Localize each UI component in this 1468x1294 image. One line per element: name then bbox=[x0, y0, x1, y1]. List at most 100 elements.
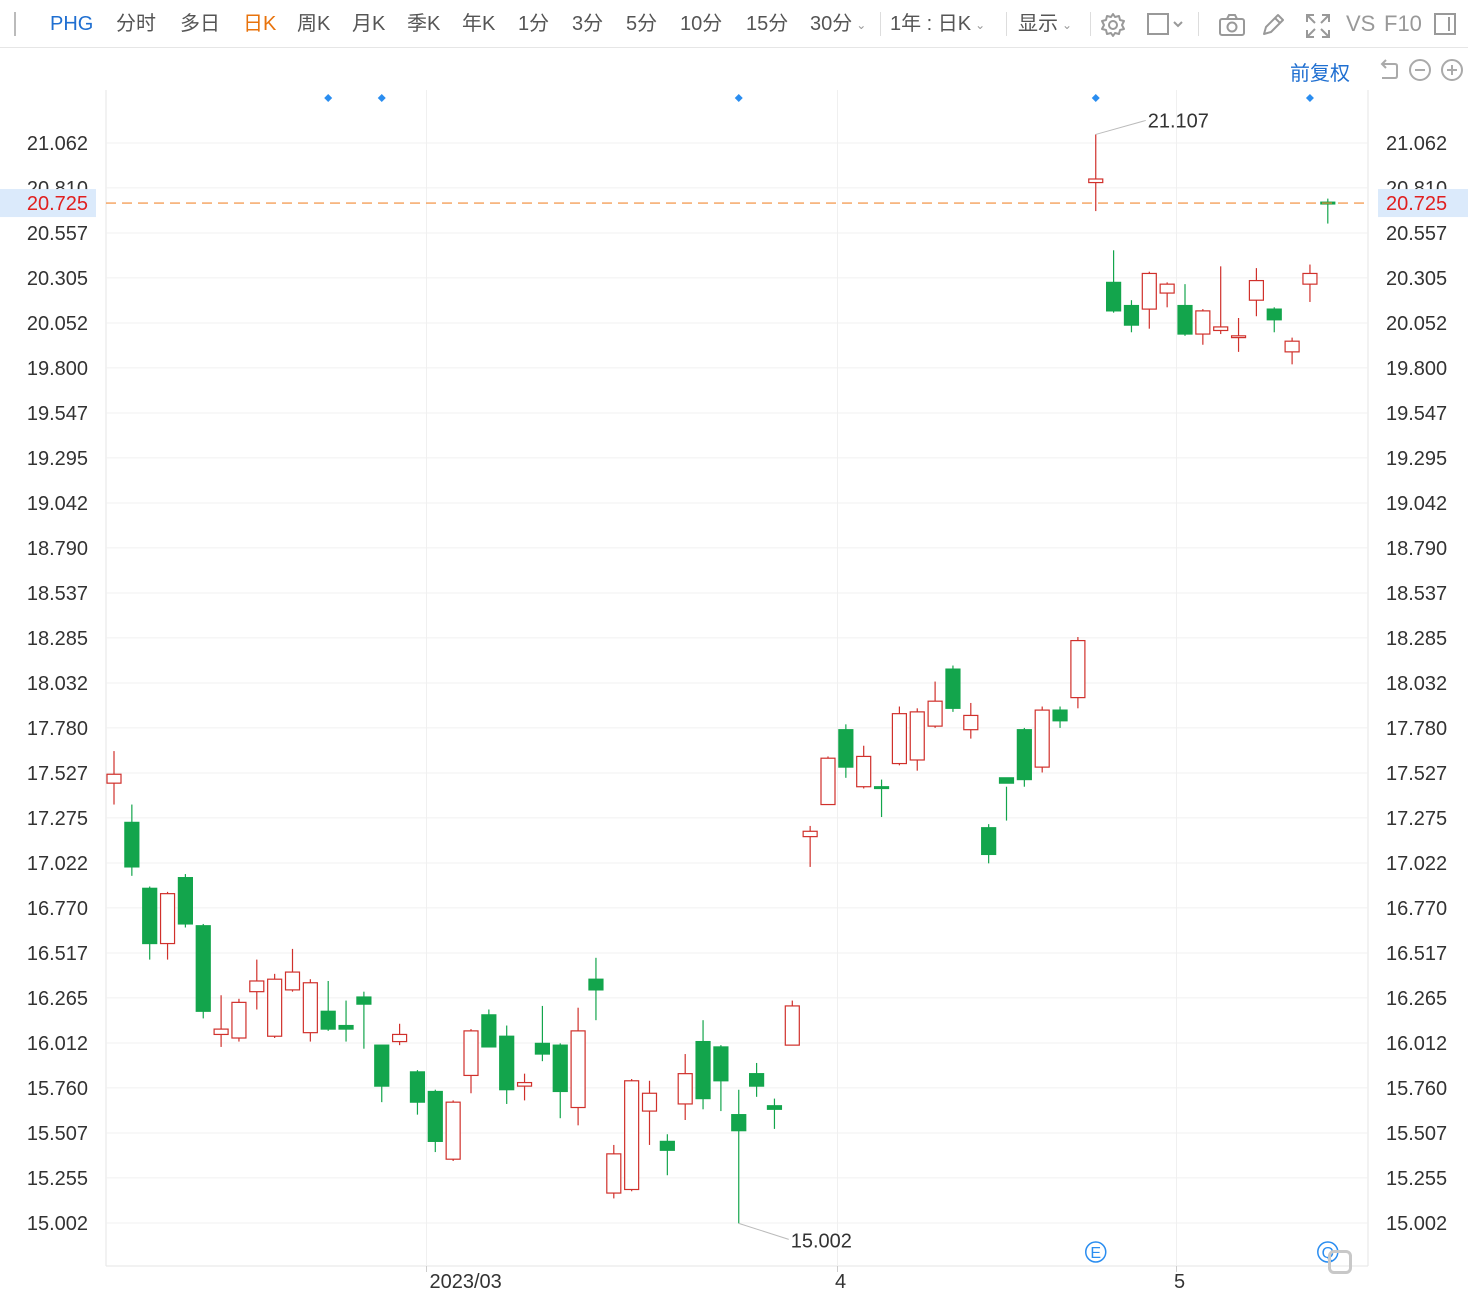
y-tick-label-right: 16.012 bbox=[1386, 1033, 1447, 1055]
vs-compare-button[interactable]: VS bbox=[1346, 0, 1375, 48]
y-tick-label-right: 19.042 bbox=[1386, 493, 1447, 515]
y-tick-label-left: 15.760 bbox=[27, 1078, 88, 1100]
y-tick-label-right: 17.022 bbox=[1386, 853, 1447, 875]
tab-period-fenshi[interactable]: 分时 bbox=[116, 0, 156, 48]
range-select[interactable]: 1年 : 日K ⌄ bbox=[890, 0, 985, 48]
y-tick-label-left: 17.527 bbox=[27, 763, 88, 785]
toolbar-divider bbox=[1198, 12, 1199, 36]
candle-body-up bbox=[909, 711, 925, 761]
y-tick-label-left: 18.032 bbox=[27, 673, 88, 695]
candle-body-up bbox=[516, 1081, 533, 1087]
settings-gear-icon[interactable] bbox=[1100, 12, 1125, 37]
candle-body-up bbox=[570, 1030, 586, 1109]
y-tick-label-left: 17.022 bbox=[27, 853, 88, 875]
candle-body-down bbox=[499, 1035, 515, 1091]
display-menu-label: 显示 bbox=[1018, 13, 1058, 35]
tab-period-1min[interactable]: 1分 bbox=[518, 0, 549, 48]
tab-period-monthly[interactable]: 月K bbox=[352, 0, 385, 48]
toolbar-divider bbox=[1090, 12, 1091, 36]
y-tick-label-left: 17.780 bbox=[27, 718, 88, 740]
candle-body-down bbox=[481, 1014, 497, 1048]
toolbar-divider bbox=[1006, 12, 1007, 36]
tab-period-10min[interactable]: 10分 bbox=[680, 0, 722, 48]
x-tick-label: 5 bbox=[1174, 1271, 1185, 1293]
y-tick-label-right: 19.295 bbox=[1386, 448, 1447, 470]
candle-body-down bbox=[552, 1044, 568, 1093]
candle-body-up bbox=[891, 713, 908, 765]
candle-body-down bbox=[320, 1010, 336, 1030]
y-tick-label-right: 19.800 bbox=[1386, 358, 1447, 380]
tab-period-30min[interactable]: 30分 ⌄ bbox=[810, 0, 866, 48]
candle-body-down bbox=[731, 1114, 747, 1132]
y-tick-label-right: 16.770 bbox=[1386, 898, 1447, 920]
y-tick-label-left: 18.285 bbox=[27, 628, 88, 650]
candle-body-down bbox=[374, 1044, 390, 1087]
event-marker-icon bbox=[1305, 94, 1314, 102]
camera-icon[interactable] bbox=[1218, 12, 1245, 36]
tab-period-duori[interactable]: 多日 bbox=[180, 0, 220, 48]
tab-period-5min[interactable]: 5分 bbox=[626, 0, 657, 48]
layout-select-icon[interactable] bbox=[1146, 12, 1186, 36]
y-tick-label-left: 16.265 bbox=[27, 988, 88, 1010]
y-tick-label-left: 18.790 bbox=[27, 538, 88, 560]
candle-body-down bbox=[142, 887, 158, 945]
candle-body-up bbox=[159, 893, 176, 945]
candle-body-down bbox=[409, 1071, 426, 1103]
candle-body-down bbox=[659, 1140, 675, 1151]
toolbar: PHG 分时 多日 日K 周K 月K 季K 年K 1分 3分 5分 10分 15… bbox=[0, 0, 1468, 48]
candle-body-down bbox=[998, 777, 1015, 784]
side-panel-toggle-icon[interactable] bbox=[1434, 13, 1456, 35]
candle-body-up bbox=[1230, 335, 1247, 339]
candle-body-down bbox=[338, 1024, 354, 1030]
candle-body-down bbox=[838, 729, 854, 768]
pencil-draw-icon[interactable] bbox=[1260, 12, 1284, 36]
y-tick-label-right: 15.002 bbox=[1386, 1213, 1447, 1235]
candle-body-down bbox=[1052, 709, 1068, 722]
candle-body-down bbox=[1123, 304, 1140, 326]
tab-period-yearly[interactable]: 年K bbox=[462, 0, 495, 48]
candle-body-down bbox=[1266, 308, 1282, 321]
high-annotation-label: 21.107 bbox=[1148, 110, 1209, 132]
candle-body-down bbox=[766, 1105, 783, 1110]
y-tick-label-right: 18.285 bbox=[1386, 628, 1447, 650]
candlestick-chart[interactable]: 21.062 21.06220.810 20.81020.557 20.55720.3… bbox=[0, 48, 1468, 1294]
display-menu[interactable]: 显示 ⌄ bbox=[1018, 0, 1072, 48]
y-tick-label-right: 17.275 bbox=[1386, 808, 1447, 830]
candle-body-down bbox=[748, 1073, 765, 1087]
f10-button[interactable]: F10 bbox=[1384, 0, 1422, 48]
tab-period-daily[interactable]: 日K bbox=[243, 0, 276, 48]
candle-body-up bbox=[1070, 639, 1086, 699]
chevron-down-icon: ⌄ bbox=[975, 17, 986, 32]
candle-body-up bbox=[1034, 709, 1050, 768]
candle-body-up bbox=[267, 978, 283, 1037]
y-tick-label-right: 16.517 bbox=[1386, 943, 1447, 965]
y-tick-label-right: 15.507 bbox=[1386, 1123, 1447, 1145]
candle-body-down bbox=[713, 1046, 729, 1082]
candle-body-up bbox=[820, 757, 836, 806]
candle-body-up bbox=[106, 773, 122, 784]
candle-body-up bbox=[463, 1030, 479, 1077]
tab-period-quarterly[interactable]: 季K bbox=[407, 0, 440, 48]
y-tick-label-left: 15.002 bbox=[27, 1213, 88, 1235]
tab-period-weekly[interactable]: 周K bbox=[297, 0, 330, 48]
tab-period-30min-label: 30分 bbox=[810, 13, 853, 35]
candle-body-down bbox=[981, 827, 997, 856]
fullscreen-icon[interactable] bbox=[1304, 12, 1330, 38]
y-tick-label-left: 15.507 bbox=[27, 1123, 88, 1145]
candle-body-down bbox=[427, 1090, 443, 1142]
candle-body-up bbox=[1088, 178, 1104, 184]
candle-body-down bbox=[177, 877, 193, 925]
y-tick-label-right: 17.527 bbox=[1386, 763, 1447, 785]
symbol-label[interactable]: PHG bbox=[50, 0, 93, 48]
tab-period-15min[interactable]: 15分 bbox=[746, 0, 788, 48]
y-tick-label-right: 17.780 bbox=[1386, 718, 1447, 740]
current-price-label-right: 20.725 bbox=[1386, 193, 1447, 215]
chevron-down-icon: ⌄ bbox=[1062, 17, 1073, 32]
tab-period-3min[interactable]: 3分 bbox=[572, 0, 603, 48]
candle-body-down bbox=[873, 786, 890, 790]
candle-body-up bbox=[677, 1073, 693, 1105]
y-tick-label-right: 15.760 bbox=[1386, 1078, 1447, 1100]
watermark-logo bbox=[1328, 1250, 1356, 1278]
y-tick-label-right: 18.537 bbox=[1386, 583, 1447, 605]
candle-body-down bbox=[1177, 304, 1193, 335]
